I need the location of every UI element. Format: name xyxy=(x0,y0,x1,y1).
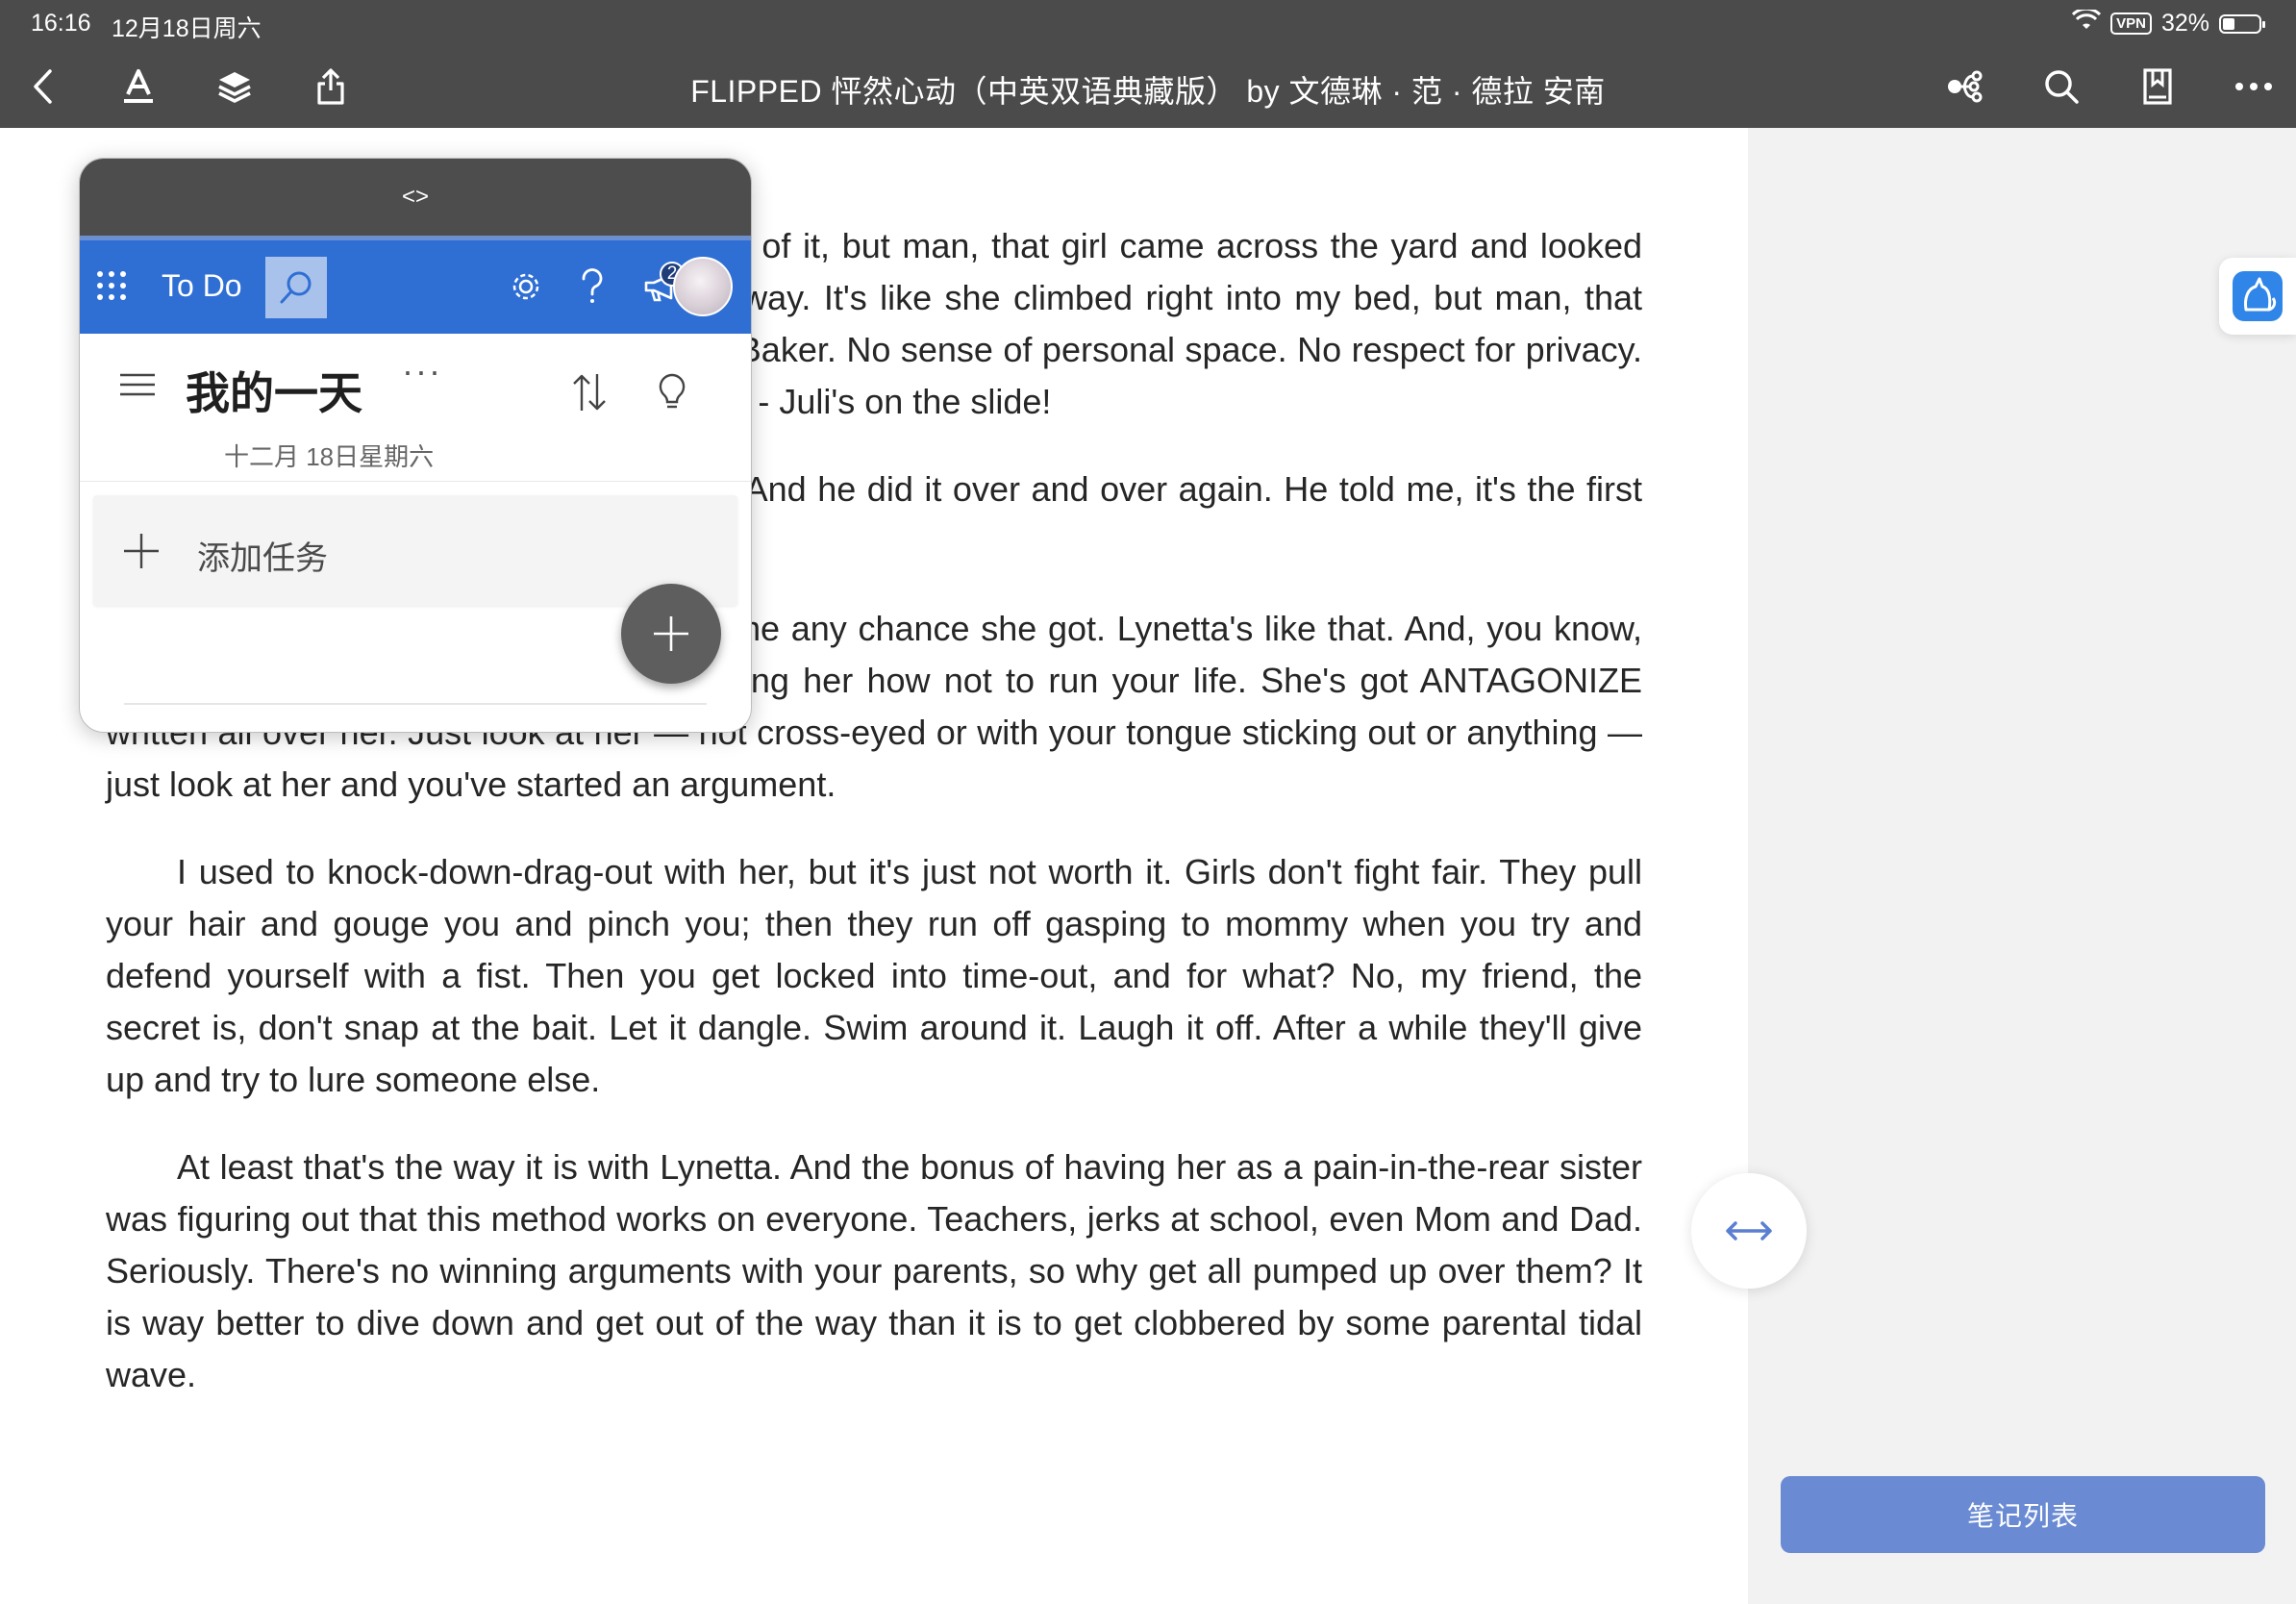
battery-percent: 32% xyxy=(2160,10,2209,37)
suggestions-bulb-icon[interactable] xyxy=(657,372,687,417)
mind-map-icon[interactable] xyxy=(1942,63,1988,110)
battery-level xyxy=(2223,17,2234,30)
hamburger-menu-icon[interactable] xyxy=(118,372,157,402)
list-bottom-divider xyxy=(124,703,707,705)
top-toolbar: 16:16 12月18日周六 VPN 32% FLIPPED 怦然心动（中英双语… xyxy=(0,0,2296,128)
search-icon xyxy=(280,271,312,304)
swap-horizontal-icon xyxy=(1726,1221,1772,1241)
add-task-label: 添加任务 xyxy=(197,540,328,577)
list-more-options[interactable]: ··· xyxy=(402,351,442,391)
todo-floating-window[interactable]: <> To Do 2 我的一天 ··· 十二月 18日星期六 添加任务 xyxy=(79,158,752,733)
swap-horizontal-button[interactable] xyxy=(1691,1173,1807,1289)
search-button[interactable] xyxy=(265,257,327,318)
list-date: 十二月 18日星期六 xyxy=(224,442,435,471)
list-title: 我的一天 xyxy=(186,368,362,418)
plus-icon xyxy=(122,532,161,575)
bookmark-icon[interactable] xyxy=(2134,63,2181,110)
cat-assistant-icon[interactable] xyxy=(2219,258,2296,335)
avatar[interactable] xyxy=(673,257,733,316)
add-task-fab-button[interactable] xyxy=(621,584,721,684)
plus-icon xyxy=(654,616,688,651)
header-divider xyxy=(80,481,751,482)
app-name: To Do xyxy=(162,268,242,303)
book-paragraph: I used to knock-down-drag-out with her, … xyxy=(106,852,1642,1099)
notes-side-panel xyxy=(1748,128,2296,1604)
status-time: 16:16 xyxy=(31,10,91,37)
add-task-row[interactable]: 添加任务 xyxy=(93,495,737,606)
book-paragraph: At least that's the way it is with Lynet… xyxy=(106,1147,1642,1394)
wifi-icon xyxy=(2072,7,2102,38)
status-date: 12月18日周六 xyxy=(112,15,262,42)
notes-list-button[interactable]: 笔记列表 xyxy=(1781,1476,2265,1553)
battery-icon xyxy=(2219,13,2265,34)
status-indicators: VPN 32% xyxy=(2072,7,2265,38)
vpn-badge: VPN xyxy=(2110,13,2152,35)
todo-header-bar: To Do 2 xyxy=(80,240,751,334)
window-drag-handle[interactable]: <> xyxy=(80,159,751,240)
help-icon[interactable] xyxy=(569,263,615,310)
search-icon[interactable] xyxy=(2038,63,2084,110)
more-icon[interactable] xyxy=(2231,63,2277,110)
app-launcher-icon[interactable] xyxy=(95,269,128,307)
settings-gear-icon[interactable] xyxy=(503,263,549,310)
sort-icon[interactable] xyxy=(570,372,609,417)
